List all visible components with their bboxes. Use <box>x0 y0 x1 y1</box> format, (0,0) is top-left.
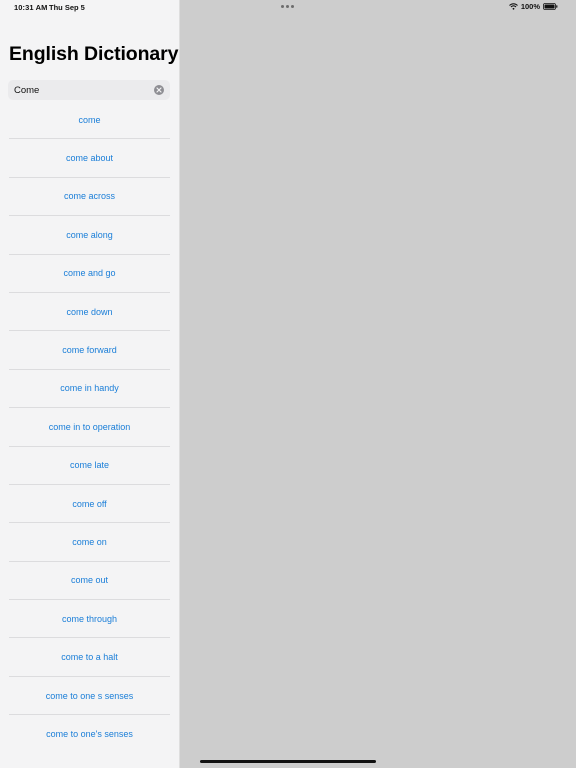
results-list: come come about come across come along come … <box>9 101 170 754</box>
result-item[interactable]: come <box>9 101 170 140</box>
result-item[interactable]: come to a halt <box>9 638 170 677</box>
result-item[interactable]: come about <box>9 139 170 178</box>
detail-pane <box>180 0 576 768</box>
result-item[interactable]: come on <box>9 523 170 562</box>
search-bar[interactable] <box>8 80 170 100</box>
result-item[interactable]: come out <box>9 562 170 601</box>
battery-icon <box>543 3 558 10</box>
result-item[interactable]: come across <box>9 178 170 217</box>
sidebar: 10:31 AM Thu Sep 5 English Dictionary co… <box>0 0 180 768</box>
page-title: English Dictionary <box>9 43 179 65</box>
status-bar-right: 100% <box>508 2 558 11</box>
home-indicator[interactable] <box>200 760 376 763</box>
search-input[interactable] <box>14 83 144 97</box>
result-item[interactable]: come to one s senses <box>9 677 170 716</box>
result-item[interactable]: come off <box>9 485 170 524</box>
result-item[interactable]: come in to operation <box>9 408 170 447</box>
wifi-icon <box>508 3 518 10</box>
status-date: Thu Sep 5 <box>49 3 85 12</box>
result-item[interactable]: come late <box>9 447 170 485</box>
result-item[interactable]: come forward <box>9 331 170 370</box>
result-item[interactable]: come along <box>9 216 170 255</box>
result-item[interactable]: come to one's senses <box>9 715 170 753</box>
multitasking-dots-icon[interactable] <box>281 5 294 8</box>
status-time: 10:31 AM <box>14 3 48 12</box>
result-item[interactable]: come and go <box>9 255 170 293</box>
result-item[interactable]: come through <box>9 600 170 639</box>
battery-percent: 100% <box>520 2 540 11</box>
clear-search-icon[interactable] <box>154 85 164 95</box>
result-item[interactable]: come down <box>9 293 170 332</box>
result-item[interactable]: come in handy <box>9 370 170 409</box>
